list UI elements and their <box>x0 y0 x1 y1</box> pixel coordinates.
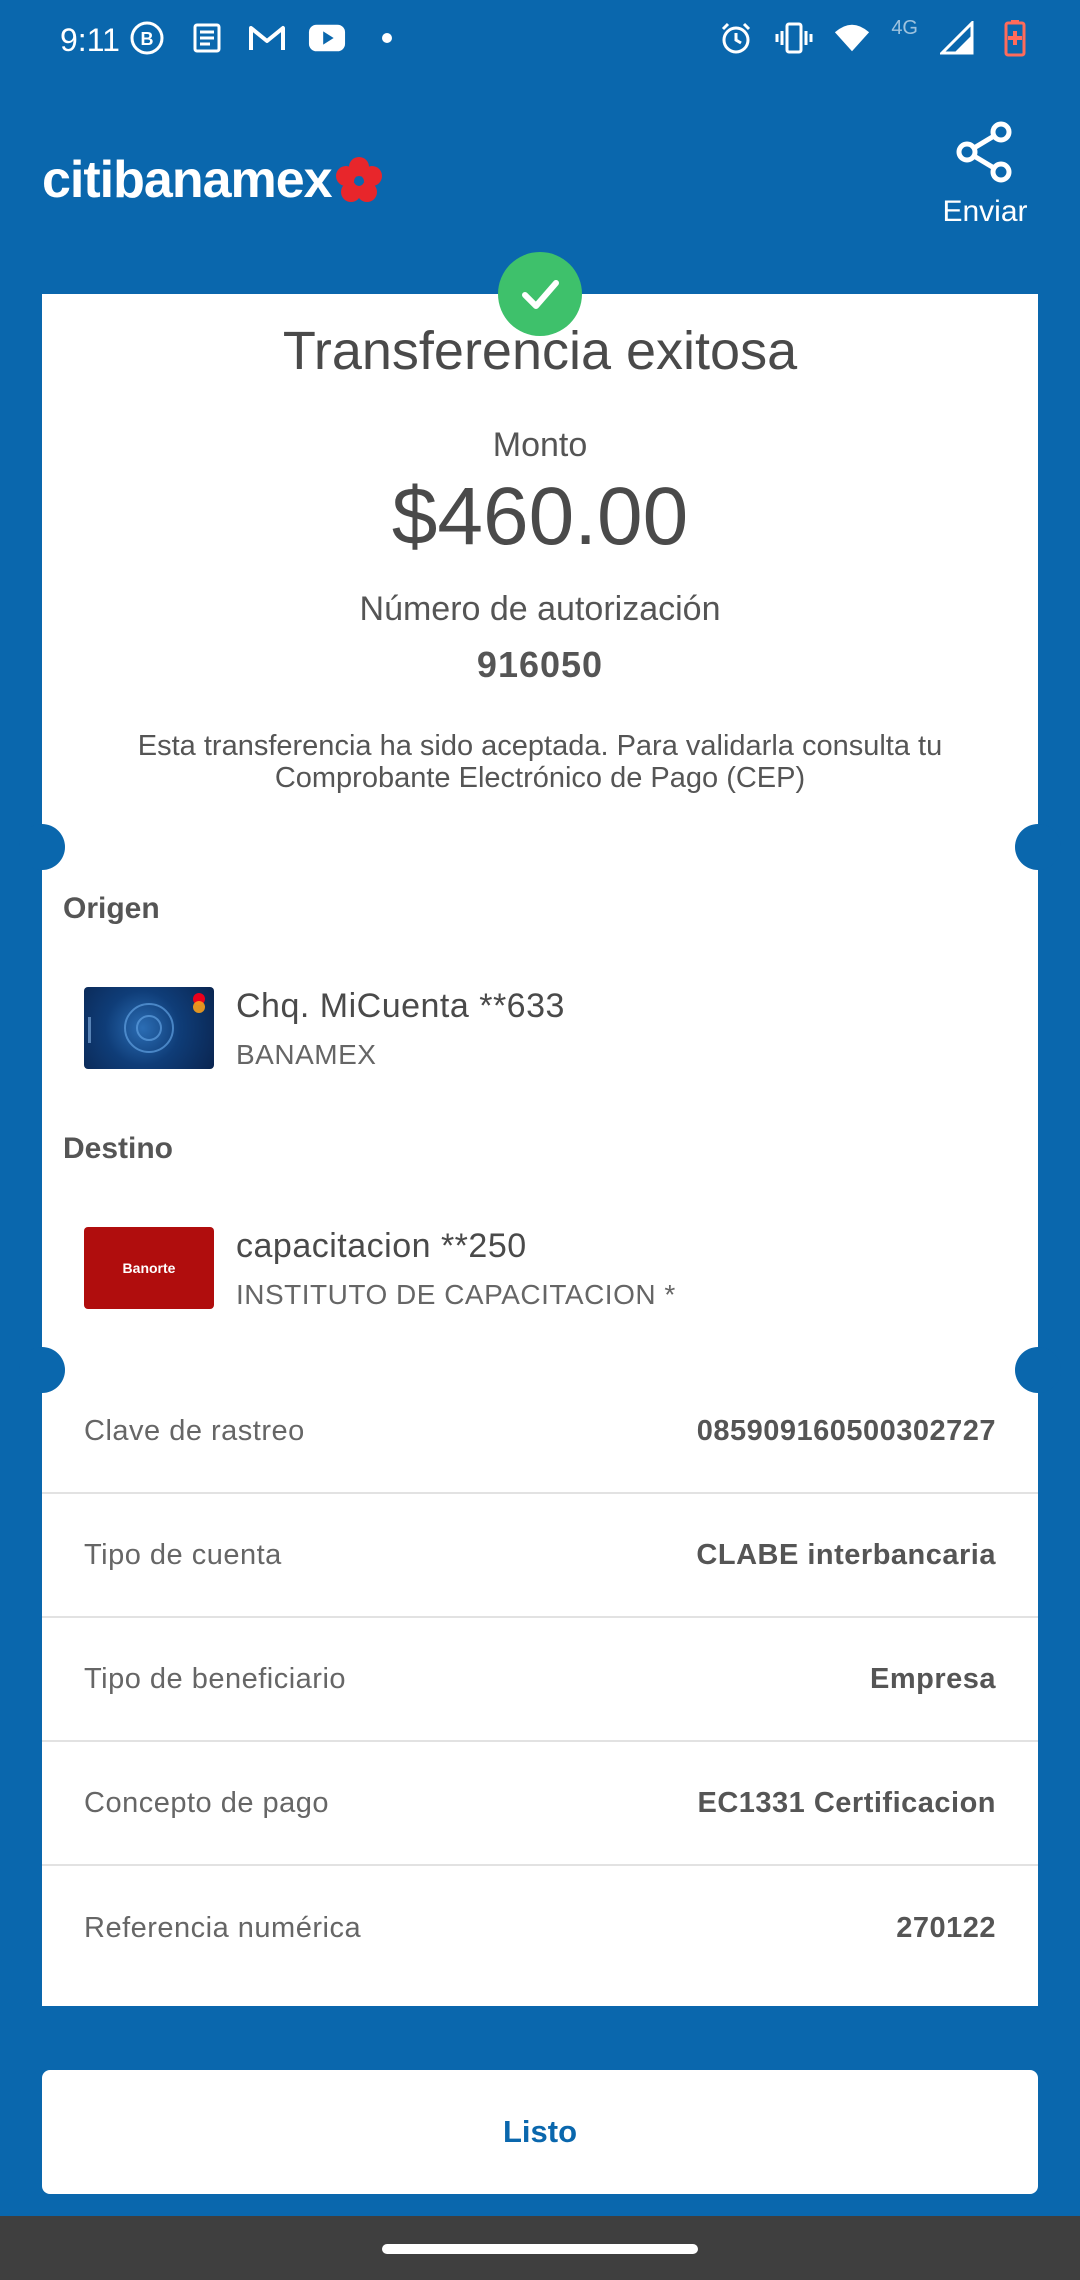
status-bar: 9:11 B 4G <box>0 0 1080 84</box>
status-time: 9:11 <box>60 22 120 58</box>
detail-row-tracking-key: Clave de rastreo 085909160500302727 <box>42 1370 1038 1494</box>
youtube-icon <box>308 18 346 58</box>
origin-label: Origen <box>63 892 160 925</box>
detail-label: Referencia numérica <box>84 1911 362 1944</box>
ticket-notch-left <box>19 824 65 870</box>
vibrate-icon <box>775 18 813 58</box>
detail-value: Empresa <box>869 1662 996 1695</box>
authorization-number: 916050 <box>476 644 604 685</box>
detail-label: Clave de rastreo <box>84 1414 305 1447</box>
success-check-icon <box>498 252 582 336</box>
detail-row-account-type: Tipo de cuenta CLABE interbancaria <box>42 1494 1038 1618</box>
alarm-icon <box>717 18 755 58</box>
origin-account: Chq. MiCuenta **633 BANAMEX <box>84 987 1004 1070</box>
network-type: 4G <box>891 16 918 39</box>
detail-row-payment-concept: Concepto de pago EC1331 Certificacion <box>42 1742 1038 1866</box>
destination-holder: INSTITUTO DE CAPACITACION * <box>236 1279 676 1310</box>
origin-account-name: Chq. MiCuenta **633 <box>236 987 565 1025</box>
detail-label: Tipo de beneficiario <box>84 1662 347 1695</box>
b-icon: B <box>128 18 166 58</box>
destination-account-name: capacitacion **250 <box>236 1227 527 1265</box>
debit-card-image <box>84 987 214 1069</box>
banamex-flower-icon <box>335 157 382 202</box>
share-icon <box>956 121 1012 183</box>
detail-label: Concepto de pago <box>84 1786 330 1819</box>
authorization-label: Número de autorización <box>359 590 721 628</box>
battery-icon <box>996 18 1034 58</box>
destination-label: Destino <box>63 1132 174 1165</box>
share-label: Enviar <box>942 195 1028 228</box>
destination-account: Banorte capacitacion **250 INSTITUTO DE … <box>84 1227 1004 1310</box>
detail-row-numeric-reference: Referencia numérica 270122 <box>42 1866 1038 1990</box>
wifi-icon <box>833 18 871 58</box>
banorte-card-image: Banorte <box>84 1227 214 1309</box>
home-gesture-handle[interactable] <box>382 2244 698 2254</box>
detail-value: CLABE interbancaria <box>696 1538 996 1571</box>
svg-text:B: B <box>141 29 154 49</box>
amount-value: $460.00 <box>391 471 689 562</box>
share-button[interactable]: Enviar <box>930 120 1040 229</box>
signal-icon <box>938 18 976 58</box>
system-nav-bar <box>0 2216 1080 2280</box>
receipt-card: Transferencia exitosa Monto $460.00 Núme… <box>19 294 1061 2006</box>
origin-bank: BANAMEX <box>236 1039 377 1070</box>
detail-value: 085909160500302727 <box>696 1414 996 1447</box>
citibanamex-logo: citibanamex <box>42 150 384 210</box>
gmail-icon <box>248 18 286 58</box>
detail-value: EC1331 Certificacion <box>697 1786 996 1819</box>
detail-row-beneficiary-type: Tipo de beneficiario Empresa <box>42 1618 1038 1742</box>
amount-label: Monto <box>492 426 588 464</box>
cep-notice: Esta transferencia ha sido aceptada. Par… <box>137 730 943 794</box>
news-icon <box>188 18 226 58</box>
dot-icon <box>368 18 406 58</box>
ticket-notch-right <box>1015 824 1061 870</box>
detail-value: 270122 <box>896 1911 996 1944</box>
done-button[interactable]: Listo <box>42 2070 1038 2194</box>
details-list: Clave de rastreo 085909160500302727 Tipo… <box>42 1370 1038 1990</box>
detail-label: Tipo de cuenta <box>84 1538 282 1571</box>
logo-text: citibanamex <box>42 151 333 209</box>
